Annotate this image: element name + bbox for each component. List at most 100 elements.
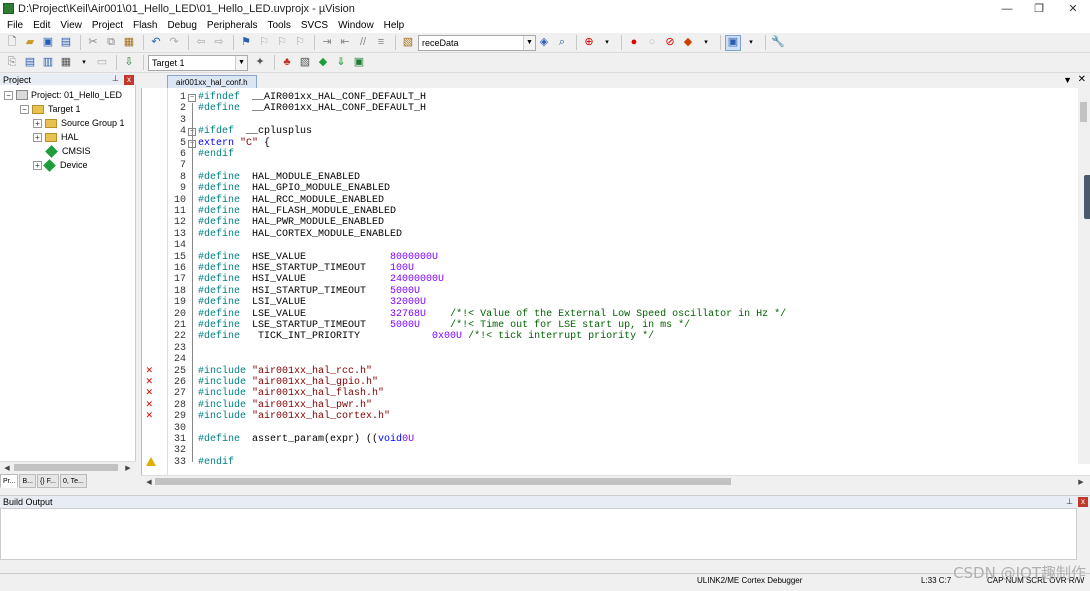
close-editor-icon[interactable]: ✕	[1078, 74, 1086, 85]
code-line[interactable]: 4−#ifdef __cplusplus	[142, 126, 1072, 137]
menu-debug[interactable]: Debug	[162, 20, 201, 31]
tree-item-source-group[interactable]: + Source Group 1	[33, 116, 125, 130]
incremental-find-icon[interactable]: ◈	[536, 35, 552, 51]
expand-icon[interactable]: +	[33, 160, 42, 170]
event-recorder-icon[interactable]: ▣	[351, 55, 367, 71]
code-line[interactable]: ✕ 28 #include "air001xx_hal_pwr.h"	[142, 399, 1072, 411]
new-file-icon[interactable]: 🗋	[4, 35, 20, 51]
bookmark-icon[interactable]: ⚑	[238, 35, 254, 51]
save-icon[interactable]: ▣	[40, 35, 56, 51]
code-line[interactable]: ✕ 25 #include "air001xx_hal_rcc.h"	[142, 365, 1072, 377]
configure-icon[interactable]: 🔧	[770, 35, 786, 51]
menu-project[interactable]: Project	[87, 20, 128, 31]
scrollbar-thumb[interactable]	[14, 464, 118, 471]
scrollbar-thumb[interactable]	[155, 478, 731, 485]
code-line[interactable]: 5−extern "C" {	[142, 138, 1072, 149]
uncomment-icon[interactable]: ≡	[373, 35, 389, 51]
code-line[interactable]: 10 #define HAL_RCC_MODULE_ENABLED	[142, 195, 1072, 206]
error-icon[interactable]: ✕	[146, 410, 153, 422]
menu-edit[interactable]: Edit	[28, 20, 55, 31]
tab-functions[interactable]: {} F...	[36, 474, 59, 488]
scroll-left-icon[interactable]: ◀	[2, 462, 12, 473]
rebuild-icon[interactable]: ▥	[40, 55, 56, 71]
breakpoint-disable-all-icon[interactable]: ◆	[680, 35, 696, 51]
find-combo[interactable]: receData ▼	[418, 34, 536, 51]
bookmark-clear-icon[interactable]: ⚐	[292, 35, 308, 51]
menu-window[interactable]: Window	[333, 20, 379, 31]
tree-item-hal[interactable]: + HAL	[33, 130, 79, 144]
select-packs-icon[interactable]: ▧	[297, 55, 313, 71]
code-line[interactable]: 15 #define HSE_VALUE 8000000U	[142, 252, 1072, 263]
tab-air001xx-hal-conf[interactable]: air001xx_hal_conf.h	[167, 75, 257, 88]
code-line[interactable]: ✕ 26 #include "air001xx_hal_gpio.h"	[142, 376, 1072, 388]
scrollbar-thumb[interactable]	[1080, 102, 1087, 122]
download-icon[interactable]: ⇩	[121, 55, 137, 71]
build-icon[interactable]: ▤	[22, 55, 38, 71]
comment-icon[interactable]: //	[355, 35, 371, 51]
code-line[interactable]: 16 #define HSE_STARTUP_TIMEOUT 100U	[142, 263, 1072, 274]
scroll-right-icon[interactable]: ▶	[1076, 476, 1086, 487]
target-combo[interactable]: Target 1 ▼	[148, 54, 248, 71]
code-line[interactable]: 2 #define __AIR001xx_HAL_CONF_DEFAULT_H	[142, 103, 1072, 114]
code-line[interactable]: 14	[142, 240, 1072, 251]
code-line[interactable]: 3	[142, 115, 1072, 126]
code-editor[interactable]: 1− #ifndef __AIR001xx_HAL_CONF_DEFAULT_H 2…	[141, 88, 1090, 475]
code-line[interactable]: 13 #define HAL_CORTEX_MODULE_ENABLED	[142, 229, 1072, 240]
find-icon[interactable]: ⌕	[554, 35, 570, 51]
translate-icon[interactable]: ⎘	[4, 55, 20, 71]
unindent-icon[interactable]: ⇤	[337, 35, 353, 51]
tab-project[interactable]: Pr...	[0, 474, 19, 488]
code-line[interactable]: 7	[142, 160, 1072, 171]
code-line[interactable]: 8 #define HAL_MODULE_ENABLED	[142, 172, 1072, 183]
code-line[interactable]: 23	[142, 343, 1072, 354]
code-line[interactable]: 11 #define HAL_FLASH_MODULE_ENABLED	[142, 206, 1072, 217]
manage-project-items-icon[interactable]: ♣	[279, 55, 295, 71]
copy-icon[interactable]: ⧉	[103, 35, 119, 51]
bookmark-next-icon[interactable]: ⚐	[274, 35, 290, 51]
dropdown-icon[interactable]: ▾	[743, 35, 759, 51]
scroll-right-icon[interactable]: ▶	[123, 462, 133, 473]
menu-help[interactable]: Help	[379, 20, 410, 31]
scroll-left-icon[interactable]: ◀	[144, 476, 154, 487]
tree-item-project[interactable]: − Project: 01_Hello_LED	[4, 88, 122, 102]
collapse-icon[interactable]: −	[4, 90, 13, 100]
code-line[interactable]: 19 #define LSI_VALUE 32000U	[142, 297, 1072, 308]
menu-tools[interactable]: Tools	[263, 20, 296, 31]
stop-build-icon[interactable]: ▭	[94, 55, 110, 71]
cut-icon[interactable]: ✂	[85, 35, 101, 51]
project-horizontal-scrollbar[interactable]: ◀ ▶	[0, 461, 136, 473]
chevron-down-icon[interactable]: ▼	[523, 35, 535, 50]
manage-rte-icon[interactable]: ◆	[315, 55, 331, 71]
side-dock-tab[interactable]	[1084, 175, 1090, 219]
close-icon[interactable]: x	[124, 75, 134, 85]
code-line[interactable]: 31 #define assert_param(expr) ((void0U	[142, 434, 1072, 445]
menu-svcs[interactable]: SVCS	[296, 20, 333, 31]
tree-item-device[interactable]: + Device	[33, 158, 88, 172]
code-line[interactable]: 18 #define HSI_STARTUP_TIMEOUT 5000U	[142, 286, 1072, 297]
bookmark-prev-icon[interactable]: ⚐	[256, 35, 272, 51]
code-line[interactable]: 24	[142, 354, 1072, 365]
editor-vertical-scrollbar[interactable]	[1078, 88, 1090, 464]
warning-icon[interactable]	[146, 456, 156, 466]
maximize-button[interactable]: ❐	[1022, 0, 1056, 17]
code-line[interactable]: 12 #define HAL_PWR_MODULE_ENABLED	[142, 217, 1072, 228]
code-line[interactable]: 33 #endif	[142, 456, 1072, 468]
code-line[interactable]: 17 #define HSI_VALUE 24000000U	[142, 274, 1072, 285]
code-line[interactable]: 9 #define HAL_GPIO_MODULE_ENABLED	[142, 183, 1072, 194]
paste-icon[interactable]: ▦	[121, 35, 137, 51]
editor-horizontal-scrollbar[interactable]: ◀ ▶	[141, 475, 1090, 487]
dropdown-icon[interactable]: ▾	[599, 35, 615, 51]
code-line[interactable]: 1− #ifndef __AIR001xx_HAL_CONF_DEFAULT_H	[142, 92, 1072, 103]
dropdown-icon[interactable]: ▾	[76, 55, 92, 71]
code-line[interactable]: 21 #define LSE_STARTUP_TIMEOUT 5000U /*!<…	[142, 320, 1072, 331]
find-in-files-icon[interactable]: ▧	[400, 35, 416, 51]
pin-icon[interactable]: ⊥	[112, 74, 119, 83]
undo-icon[interactable]: ↶	[148, 35, 164, 51]
expand-icon[interactable]: +	[33, 132, 42, 142]
target-options-icon[interactable]: ✦	[252, 55, 268, 71]
menu-flash[interactable]: Flash	[128, 20, 162, 31]
breakpoint-kill-all-icon[interactable]: ⊘	[662, 35, 678, 51]
chevron-down-icon[interactable]: ▼	[235, 55, 247, 70]
minimize-button[interactable]: —	[990, 0, 1024, 17]
tab-books[interactable]: B...	[19, 474, 36, 488]
